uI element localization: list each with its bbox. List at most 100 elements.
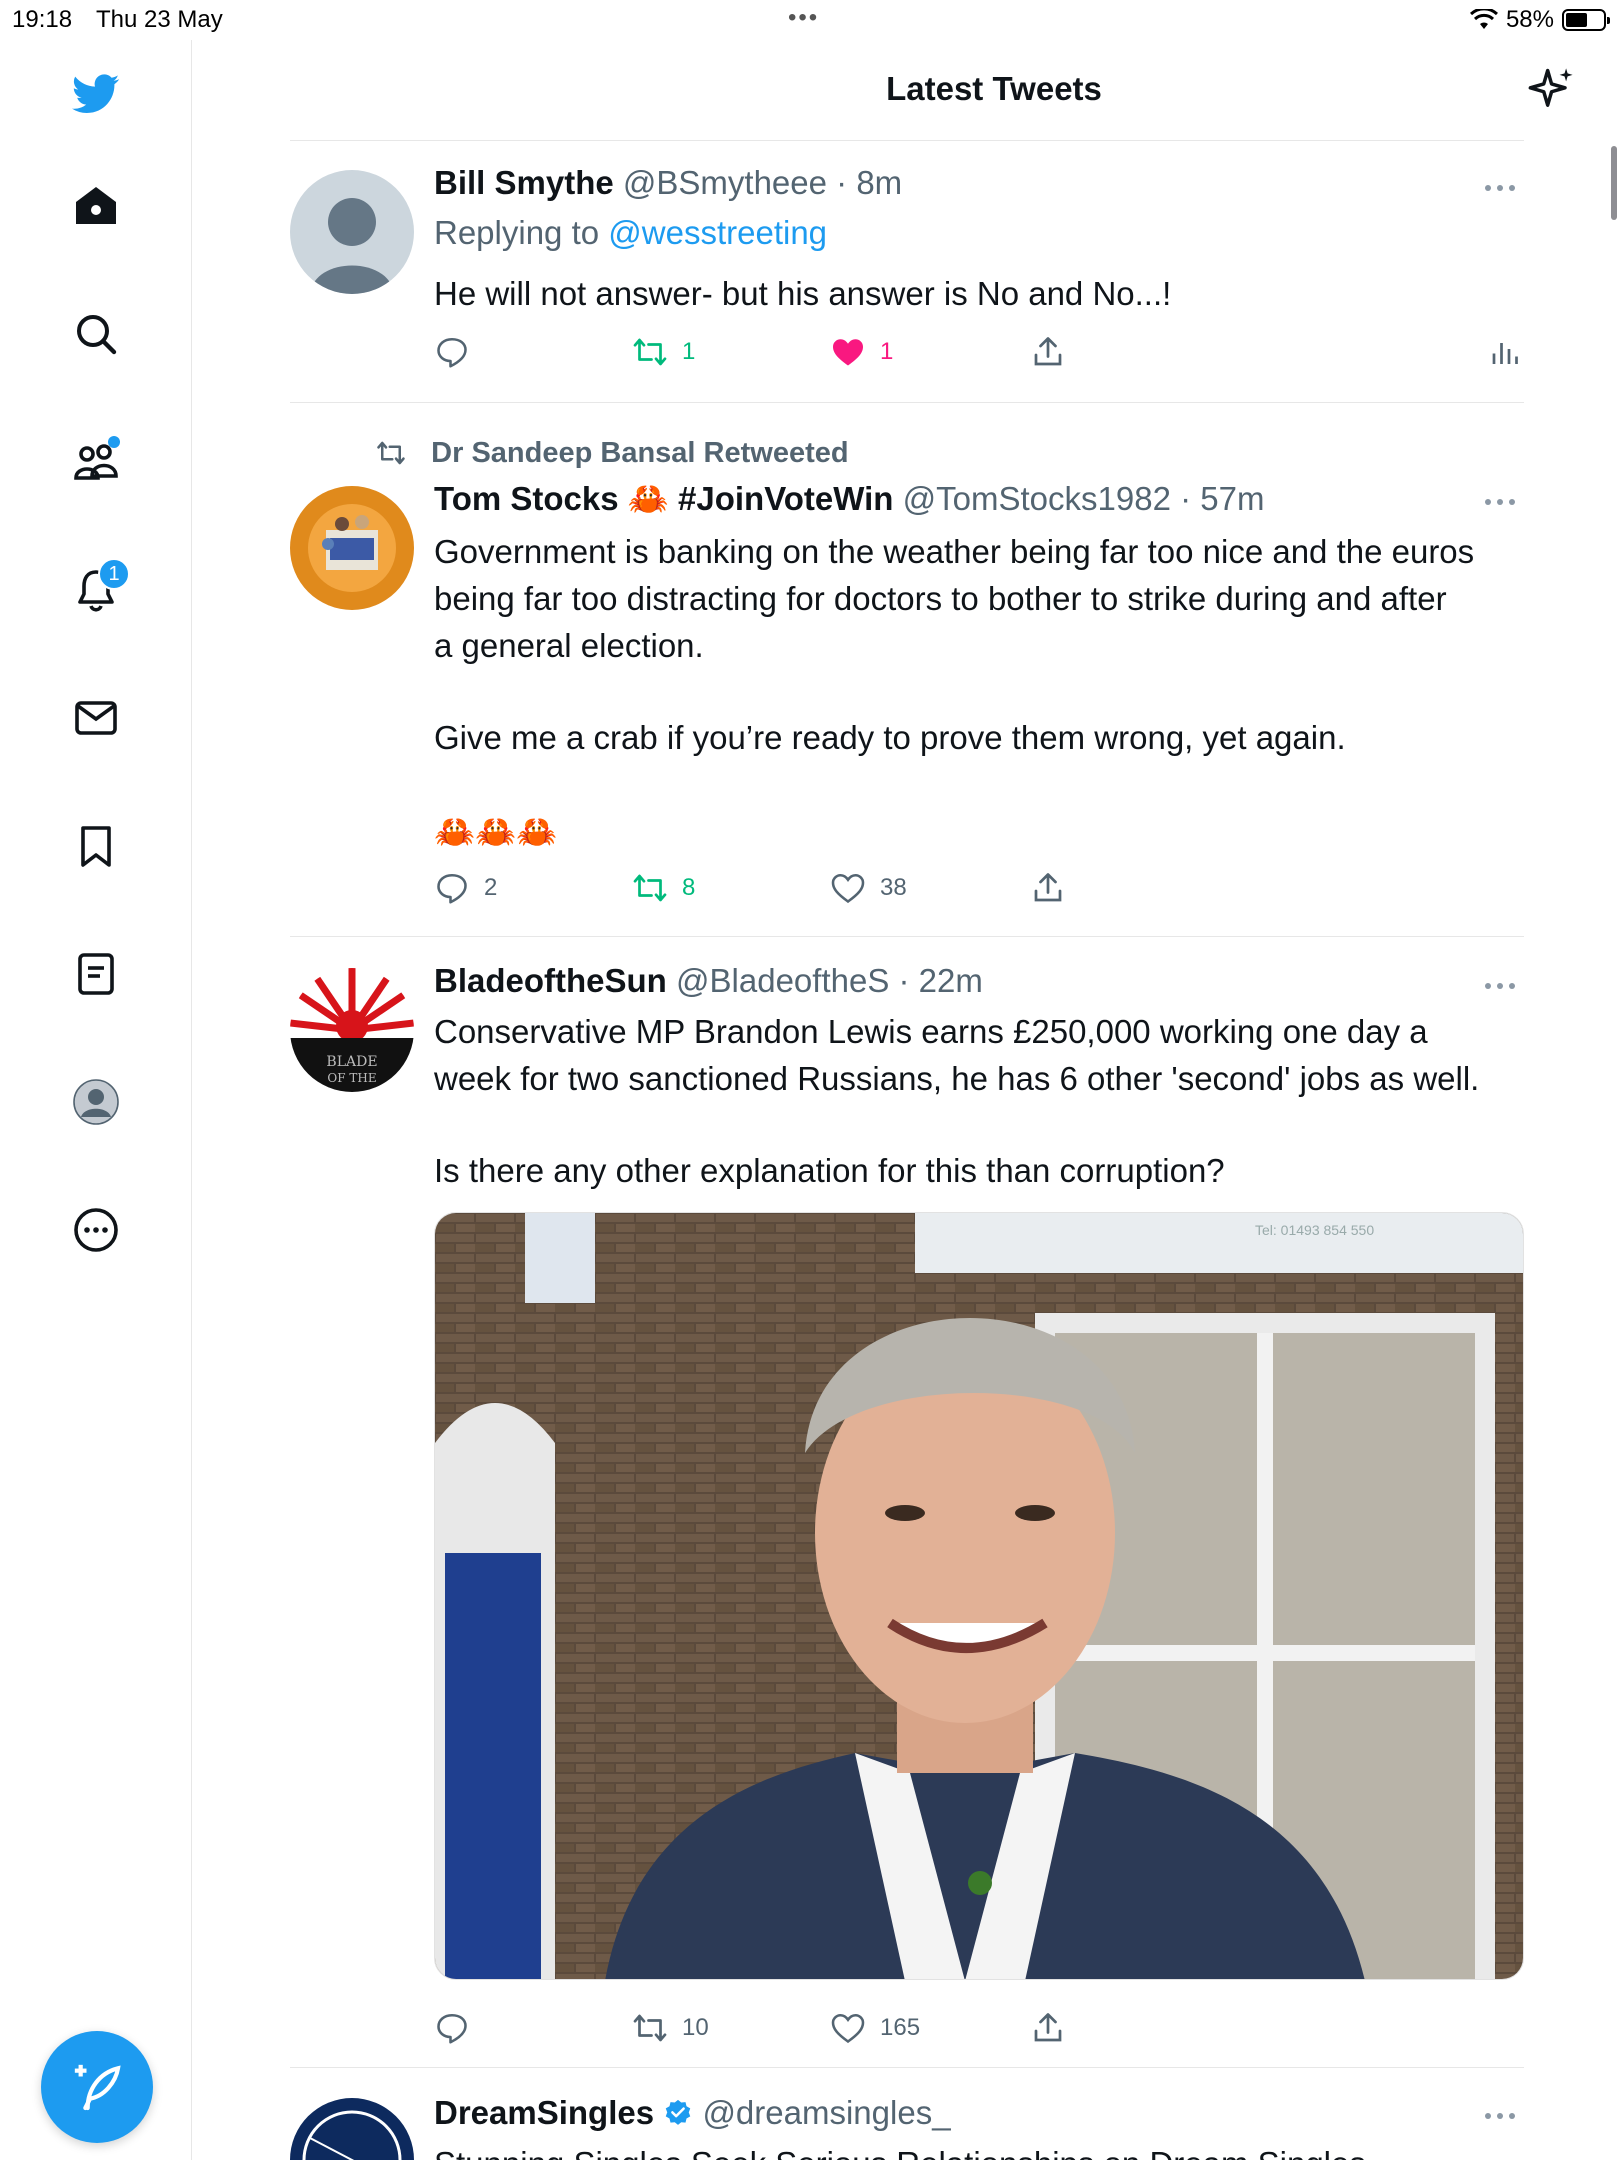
- tweet-text: Government is banking on the weather bei…: [434, 528, 1524, 855]
- sidebar-item-notifications[interactable]: 1: [70, 558, 130, 616]
- compose-tweet-button[interactable]: [41, 2031, 153, 2143]
- tweet-text-line: a general election.: [434, 627, 704, 664]
- heart-icon: [831, 873, 865, 904]
- replying-to-handle[interactable]: @wesstreeting: [608, 214, 827, 251]
- share-icon: [1034, 2013, 1062, 2042]
- reply-button[interactable]: [434, 334, 470, 370]
- reply-icon: [437, 873, 467, 904]
- scrollbar[interactable]: [1611, 146, 1617, 220]
- reply-button[interactable]: [434, 2010, 470, 2046]
- avatar[interactable]: [290, 2098, 414, 2160]
- retweeted-by[interactable]: Dr Sandeep Bansal Retweeted: [431, 437, 848, 469]
- avatar[interactable]: [290, 170, 414, 294]
- tweet-divider: [290, 936, 1524, 937]
- heart-icon: [831, 2013, 865, 2044]
- multitasking-dots-icon[interactable]: •••: [788, 4, 819, 32]
- share-button[interactable]: [1030, 2010, 1066, 2046]
- retweet-small-icon: [377, 441, 405, 465]
- author-name[interactable]: Bill Smythe: [434, 164, 614, 201]
- tweet-header: Tom Stocks 🦀 #JoinVoteWin @TomStocks1982…: [434, 480, 1264, 519]
- avatar[interactable]: [290, 486, 414, 610]
- avatar[interactable]: BLADE OF THE: [290, 968, 414, 1092]
- tweet[interactable]: DreamSingles @dreamsingles_ Stunning Sin…: [290, 2088, 1524, 2160]
- search-icon: [77, 315, 117, 355]
- battery-fill: [1566, 13, 1587, 27]
- share-button[interactable]: [1030, 334, 1066, 370]
- sidebar-item-more[interactable]: [70, 1204, 122, 1256]
- rising-sun-avatar-icon: BLADE OF THE: [290, 968, 414, 1092]
- reply-count: 2: [484, 874, 498, 901]
- sidebar-item-messages[interactable]: [70, 692, 122, 744]
- author-name[interactable]: Tom Stocks 🦀 #JoinVoteWin: [434, 480, 893, 517]
- author-handle[interactable]: @BSmytheee: [623, 164, 827, 201]
- tweet-text-line: Government is banking on the weather bei…: [434, 533, 1475, 570]
- retweet-button[interactable]: 10: [632, 2010, 709, 2046]
- tweet-text-line: [434, 761, 1524, 806]
- share-button[interactable]: [1030, 870, 1066, 906]
- author-handle[interactable]: @BladeoftheS: [676, 962, 889, 999]
- more-options-icon[interactable]: [1480, 492, 1520, 512]
- notifications-badge: 1: [98, 558, 130, 590]
- tweet-text-line: [434, 1102, 1524, 1147]
- tweet-text-line: Is there any other explanation for this …: [434, 1152, 1225, 1189]
- author-handle[interactable]: @dreamsingles_: [702, 2094, 950, 2131]
- sidebar-item-communities[interactable]: [70, 436, 122, 488]
- tweet-text: He will not answer- but his answer is No…: [434, 275, 1172, 312]
- like-button[interactable]: 1: [830, 334, 893, 370]
- author-handle[interactable]: @TomStocks1982: [903, 480, 1171, 517]
- battery-icon: [1562, 9, 1610, 31]
- tweet-text-line: 🦀🦀🦀: [434, 813, 558, 850]
- tweet[interactable]: Bill Smythe @BSmytheee · 8m Replying to …: [290, 160, 1524, 400]
- twitter-logo-icon[interactable]: [70, 68, 122, 120]
- retweet-button[interactable]: 8: [632, 870, 695, 906]
- retweet-icon: [633, 2014, 667, 2042]
- sidebar-item-profile[interactable]: [70, 1076, 122, 1128]
- default-avatar-icon: [290, 170, 414, 294]
- envelope-icon: [75, 701, 117, 735]
- retweet-count: 8: [682, 874, 696, 901]
- more-options-icon[interactable]: [1480, 2106, 1520, 2126]
- dreamsingles-logo-icon: [290, 2098, 414, 2160]
- analytics-icon: [1492, 343, 1518, 364]
- svg-text:OF THE: OF THE: [327, 1071, 376, 1085]
- tweet[interactable]: BLADE OF THE BladeoftheSun @BladeoftheS …: [290, 956, 1524, 2046]
- page-title: Latest Tweets: [886, 70, 1102, 107]
- tweet-actions: 1 1: [434, 334, 1524, 374]
- more-options-icon[interactable]: [1480, 976, 1520, 996]
- reply-button[interactable]: 2: [434, 870, 497, 906]
- tweet-text-line: [434, 669, 1524, 714]
- reply-icon: [437, 2013, 467, 2044]
- portrait-photo: Tel: 01493 854 550: [435, 1213, 1523, 1979]
- sidebar-item-home[interactable]: [70, 180, 122, 232]
- status-bar: 19:18 Thu 23 May ••• 58%: [0, 0, 1620, 40]
- battery-percent: 58%: [1505, 6, 1554, 33]
- sidebar: 1: [0, 40, 192, 2160]
- sparkle-icon[interactable]: [1526, 64, 1578, 116]
- tweet[interactable]: Dr Sandeep Bansal Retweeted Tom Stocks 🦀…: [290, 420, 1524, 920]
- sidebar-item-lists[interactable]: [70, 948, 122, 1000]
- share-icon: [1034, 873, 1062, 902]
- author-name[interactable]: DreamSingles: [434, 2094, 654, 2131]
- author-name[interactable]: BladeoftheSun: [434, 962, 667, 999]
- like-button[interactable]: 165: [830, 2010, 920, 2046]
- tweet-text-line: Conservative MP Brandon Lewis earns £250…: [434, 1013, 1428, 1050]
- timeline-header: Latest Tweets: [192, 40, 1620, 140]
- tweet-text-line: Give me a crab if you’re ready to prove …: [434, 719, 1346, 756]
- like-button[interactable]: 38: [830, 870, 907, 906]
- tweet-image[interactable]: Tel: 01493 854 550: [434, 1212, 1524, 1980]
- profile-photo-icon: [290, 486, 414, 610]
- tweet-actions: 2 8 38: [434, 870, 1524, 910]
- more-options-icon[interactable]: [1480, 178, 1520, 198]
- tweet-divider: [290, 402, 1524, 403]
- retweet-button[interactable]: 1: [632, 334, 695, 370]
- image-sign-text: Tel: 01493 854 550: [1255, 1222, 1374, 1238]
- like-count: 1: [880, 338, 894, 365]
- list-icon: [78, 953, 114, 995]
- reply-icon: [437, 337, 467, 368]
- analytics-button[interactable]: [1488, 334, 1524, 370]
- verified-badge-icon: [666, 2099, 691, 2125]
- sidebar-item-bookmarks[interactable]: [70, 820, 122, 872]
- sidebar-item-explore[interactable]: [70, 308, 122, 360]
- share-icon: [1034, 337, 1062, 366]
- tweet-divider: [290, 2067, 1524, 2068]
